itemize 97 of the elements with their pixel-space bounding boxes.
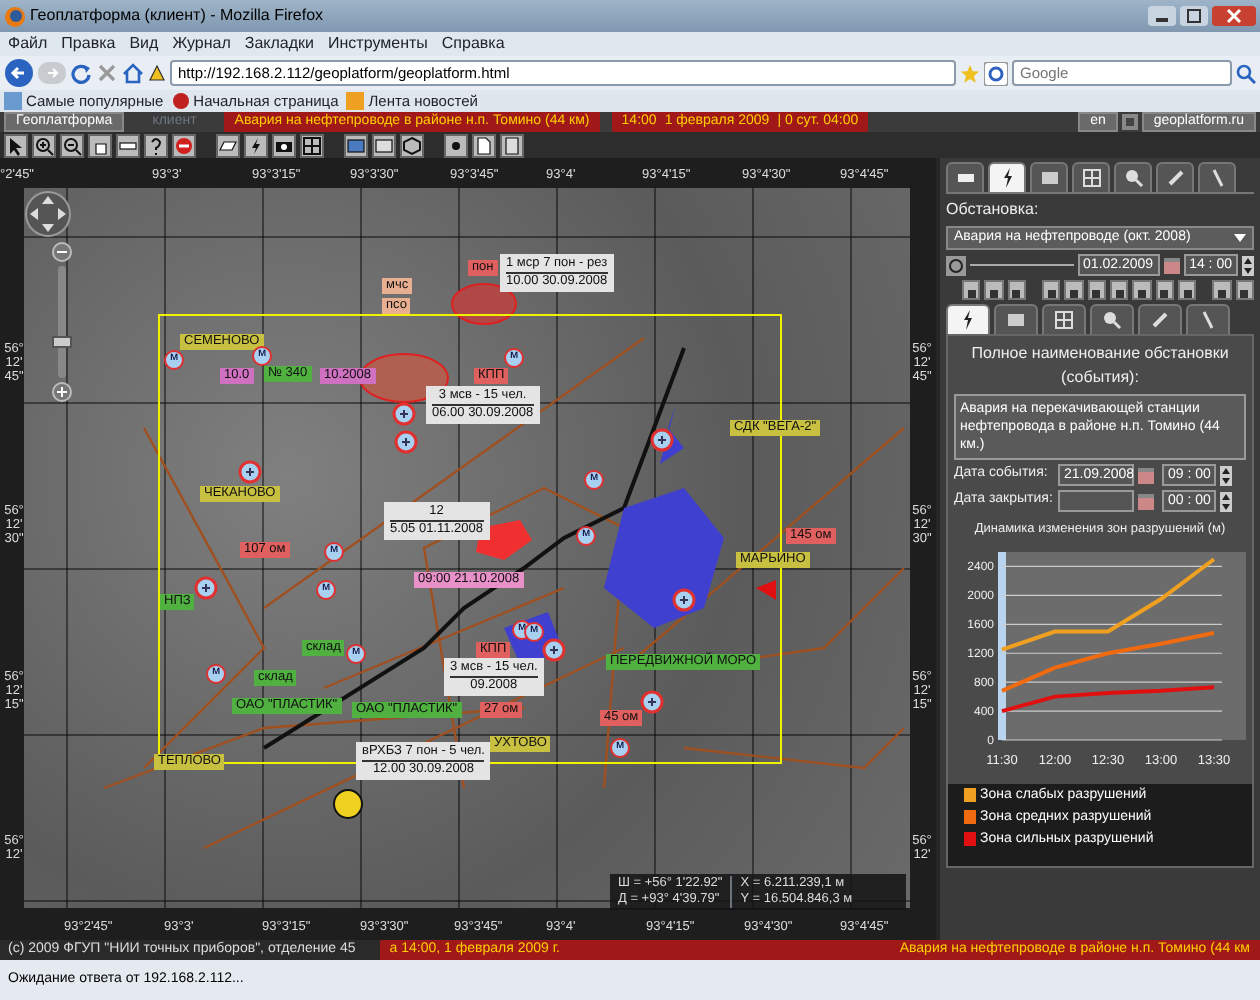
playback-button[interactable] — [1007, 280, 1026, 300]
tab-icon — [1079, 166, 1103, 190]
playback-button[interactable] — [1087, 280, 1106, 300]
star-icon[interactable] — [960, 63, 980, 83]
tab-icon — [1037, 166, 1061, 190]
menu-item[interactable]: Инструменты — [328, 32, 428, 56]
map-tool-button[interactable] — [144, 133, 168, 157]
panel-subtab[interactable] — [1138, 304, 1182, 334]
spinner-icon[interactable] — [1220, 491, 1233, 511]
caret-icon — [1234, 234, 1246, 242]
spinner-icon[interactable] — [1220, 465, 1233, 485]
close-icon[interactable] — [1212, 6, 1256, 26]
map-tool-button[interactable] — [472, 133, 496, 157]
clock-icon[interactable] — [946, 255, 966, 275]
marker-icon[interactable] — [542, 638, 566, 662]
no-entry-icon — [174, 135, 194, 155]
date-field[interactable] — [1058, 490, 1134, 512]
panel-subtab[interactable] — [1186, 304, 1230, 334]
menu-item[interactable]: Закладки — [244, 32, 315, 56]
map-tool-button[interactable] — [244, 133, 268, 157]
home-icon[interactable] — [122, 62, 144, 84]
search-engine-icon[interactable] — [984, 61, 1008, 85]
map-tool-button[interactable] — [32, 133, 56, 157]
panel-toggle-icon[interactable] — [1121, 114, 1138, 130]
hazard-zone — [451, 283, 517, 325]
menu-item[interactable]: Журнал — [172, 32, 231, 56]
playback-button[interactable] — [1155, 280, 1174, 300]
back-icon[interactable] — [4, 58, 34, 88]
minimize-icon[interactable] — [1148, 6, 1176, 26]
map-tool-button[interactable] — [372, 133, 396, 157]
marker-icon[interactable] — [650, 428, 674, 452]
panel-subtab[interactable] — [1042, 304, 1086, 334]
playback-button[interactable] — [984, 280, 1004, 300]
map-tool-button[interactable] — [4, 133, 28, 157]
zoom-slider-track[interactable] — [58, 266, 66, 378]
help-icon — [146, 135, 166, 155]
window-title: Геоплатформа (клиент) - Mozilla Firefox — [30, 4, 324, 28]
map-tool-button[interactable] — [500, 133, 524, 157]
grid-icon — [302, 135, 322, 155]
zoom-slider-thumb[interactable] — [52, 336, 72, 348]
playback-button[interactable] — [1177, 280, 1197, 300]
tab-icon — [1100, 308, 1124, 332]
panel-tab[interactable] — [946, 162, 984, 192]
panel-subtab[interactable] — [1090, 304, 1134, 334]
marker-icon[interactable] — [238, 460, 262, 484]
map-tool-button[interactable] — [300, 133, 324, 157]
bookmark-icon — [171, 92, 190, 110]
search-icon[interactable] — [1236, 63, 1256, 83]
menu-item[interactable]: Правка — [61, 32, 116, 56]
maximize-icon[interactable] — [1180, 6, 1208, 26]
pointer-icon — [6, 135, 26, 155]
playback-button[interactable] — [1041, 280, 1061, 300]
panel-subtab[interactable] — [994, 304, 1038, 334]
playback-button[interactable] — [962, 280, 981, 300]
section-title: Полное наименование обстановки (события): — [969, 342, 1231, 390]
marker-icon[interactable] — [640, 690, 664, 714]
playback-button[interactable] — [1235, 280, 1254, 300]
marker-icon[interactable] — [672, 588, 696, 612]
water-area — [604, 488, 724, 628]
menu-item[interactable]: Вид — [129, 32, 159, 56]
marker-icon[interactable] — [194, 576, 218, 600]
firefox-logo-icon — [4, 5, 26, 27]
favicon-icon — [148, 64, 166, 82]
calendar-icon[interactable] — [1163, 257, 1180, 273]
spinner-icon[interactable] — [1242, 255, 1254, 275]
tab-icon — [1004, 308, 1028, 332]
map-tool-button[interactable] — [116, 133, 140, 157]
marker-icon[interactable] — [394, 430, 418, 454]
playback-button[interactable] — [1109, 280, 1129, 300]
panel-subtab[interactable] — [946, 304, 990, 334]
pan-control[interactable] — [24, 190, 72, 238]
tab-icon — [1121, 166, 1145, 190]
playback-button[interactable] — [1212, 280, 1232, 300]
marker-icon[interactable] — [392, 402, 416, 426]
map-tool-button[interactable] — [172, 133, 196, 157]
flag-icon — [756, 580, 776, 600]
map-tool-button[interactable] — [216, 133, 240, 157]
menu-item[interactable]: Файл — [8, 32, 48, 56]
calendar-icon[interactable] — [1138, 467, 1154, 483]
map-tool-button[interactable] — [272, 133, 296, 157]
map-tool-button[interactable] — [60, 133, 84, 157]
zoom-in-icon — [34, 135, 54, 155]
tab-icon — [1163, 166, 1187, 190]
tab-icon — [1148, 308, 1172, 332]
bookmark-icon — [346, 92, 365, 110]
field-label: Обстановка: — [946, 198, 1041, 222]
bookmark-icon — [4, 92, 22, 110]
zoom-out-icon — [62, 135, 82, 155]
tab-icon — [1052, 308, 1076, 332]
playback-button[interactable] — [1132, 280, 1152, 300]
calendar-icon[interactable] — [1138, 493, 1154, 509]
playback-button[interactable] — [1064, 280, 1084, 300]
map-tool-button[interactable] — [444, 133, 468, 157]
panel-tab[interactable] — [988, 162, 1026, 192]
menu-item[interactable]: Справка — [441, 32, 505, 56]
map-tool-button[interactable] — [344, 133, 368, 157]
reload-icon[interactable] — [70, 62, 92, 84]
